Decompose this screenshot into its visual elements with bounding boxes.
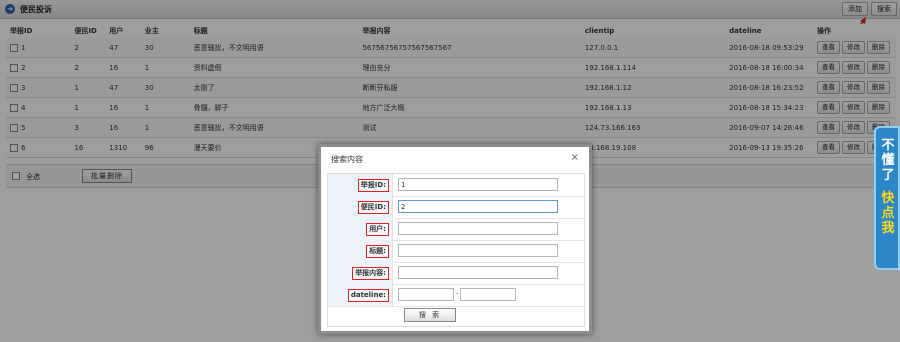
field-label: 标题: bbox=[366, 245, 389, 258]
field-label: 便民ID: bbox=[357, 201, 389, 214]
form-row-user: 用户: bbox=[328, 218, 584, 241]
help-banner[interactable]: 不懂了 快点我 bbox=[874, 126, 900, 270]
field-label: 举报内容: bbox=[352, 267, 389, 280]
help-banner-line2: 快点我 bbox=[881, 191, 895, 236]
report-id-input[interactable]: 1 bbox=[398, 178, 558, 191]
form-row-report-id: 举报ID: 1 bbox=[328, 174, 584, 197]
title-input[interactable] bbox=[398, 244, 558, 257]
close-icon[interactable]: × bbox=[571, 152, 579, 163]
dialog-title: 搜索内容 bbox=[331, 155, 363, 164]
form-row-bm-id: 便民ID: 2 bbox=[328, 196, 584, 219]
form-row-content: 举报内容: bbox=[328, 262, 584, 285]
search-form: 举报ID: 1 便民ID: 2 用户: 标题: 举报内容: dateline: … bbox=[327, 173, 585, 327]
field-label: 用户: bbox=[366, 223, 389, 236]
dateline-to-input[interactable] bbox=[460, 288, 516, 301]
content-input[interactable] bbox=[398, 266, 558, 279]
submit-search-button[interactable]: 搜 索 bbox=[404, 308, 456, 322]
search-dialog: 搜索内容 × 举报ID: 1 便民ID: 2 用户: 标题: 举报内容: dat… bbox=[318, 144, 592, 334]
range-separator: - bbox=[456, 290, 459, 298]
form-row-dateline: dateline: - bbox=[328, 284, 584, 307]
field-label: 举报ID: bbox=[357, 179, 389, 192]
user-input[interactable] bbox=[398, 222, 558, 235]
bm-id-input[interactable]: 2 bbox=[398, 200, 558, 213]
help-banner-line1: 不懂了 bbox=[881, 138, 895, 183]
field-label: dateline: bbox=[347, 289, 389, 302]
dateline-from-input[interactable] bbox=[398, 288, 454, 301]
form-row-title: 标题: bbox=[328, 240, 584, 263]
